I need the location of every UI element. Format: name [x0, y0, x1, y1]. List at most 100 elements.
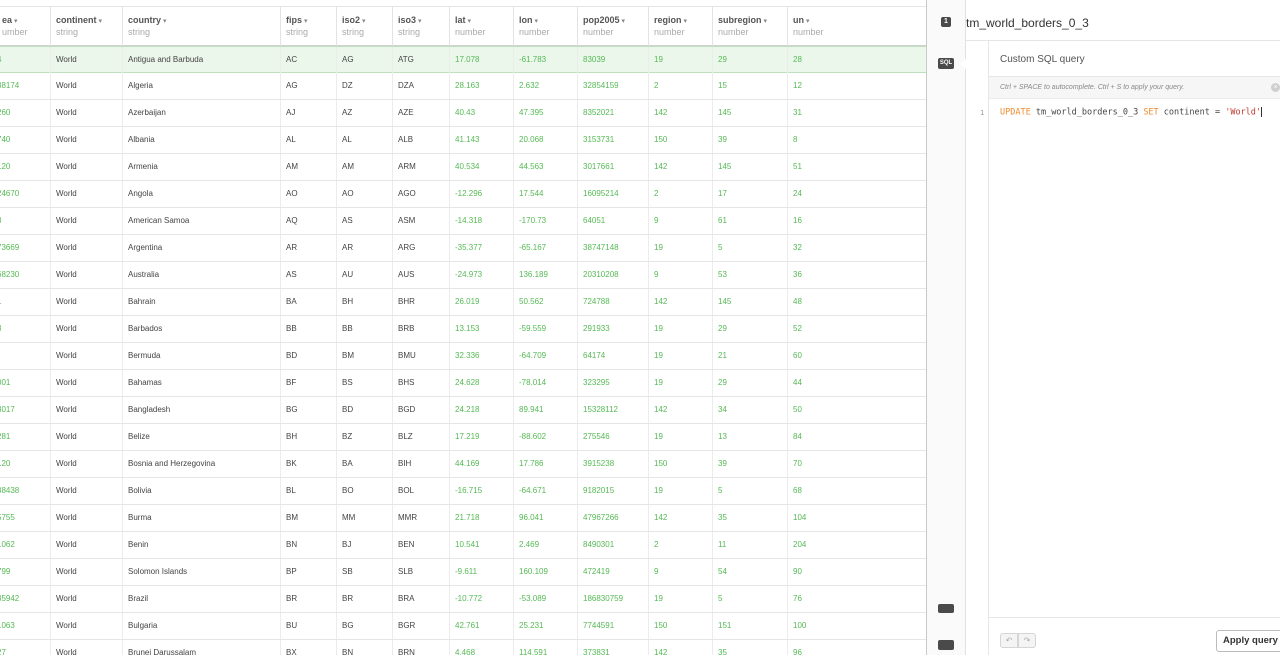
table-row[interactable]: 73669WorldArgentinaARARARG-35.377-65.167… — [0, 235, 926, 262]
cell-iso2[interactable]: BR — [336, 586, 392, 612]
cell-subregion[interactable]: 39 — [712, 127, 787, 153]
cell-iso3[interactable]: ARM — [392, 154, 449, 180]
cell-continent[interactable]: World — [50, 424, 122, 450]
cell-lon[interactable]: 114.591 — [513, 640, 577, 655]
cell-region[interactable]: 19 — [648, 316, 712, 342]
cell-fips[interactable]: BX — [280, 640, 336, 655]
cell-lat[interactable]: 17.219 — [449, 424, 513, 450]
cell-un[interactable]: 51 — [787, 154, 926, 180]
cell-iso3[interactable]: MMR — [392, 505, 449, 531]
cell-continent[interactable]: World — [50, 451, 122, 477]
cell-subregion[interactable]: 5 — [712, 586, 787, 612]
column-header-5[interactable]: iso3 ▾ string — [392, 7, 449, 46]
cell-continent[interactable]: World — [50, 478, 122, 504]
cell-un[interactable]: 8 — [787, 127, 926, 153]
cell-iso3[interactable]: AGO — [392, 181, 449, 207]
cell-country[interactable]: Armenia — [122, 154, 280, 180]
cell-subregion[interactable]: 145 — [712, 100, 787, 126]
cell-pop2005[interactable]: 8352021 — [577, 100, 648, 126]
cell-pop2005[interactable]: 9182015 — [577, 478, 648, 504]
table-row[interactable]: 740WorldAlbaniaALALALB41.14320.068315373… — [0, 127, 926, 154]
cell-fips[interactable]: AO — [280, 181, 336, 207]
cell-iso3[interactable]: BRB — [392, 316, 449, 342]
cell-subregion[interactable]: 35 — [712, 505, 787, 531]
cell-iso3[interactable]: BGR — [392, 613, 449, 639]
cell-ea[interactable]: 3 — [0, 208, 50, 234]
cell-region[interactable]: 19 — [648, 586, 712, 612]
cell-iso2[interactable]: BZ — [336, 424, 392, 450]
cell-country[interactable]: Antigua and Barbuda — [122, 47, 280, 73]
cell-lat[interactable]: -35.377 — [449, 235, 513, 261]
cell-un[interactable]: 28 — [787, 47, 926, 73]
cell-region[interactable]: 150 — [648, 613, 712, 639]
cell-subregion[interactable]: 5 — [712, 235, 787, 261]
cell-ea[interactable]: 001 — [0, 370, 50, 396]
cell-ea[interactable]: 120 — [0, 154, 50, 180]
cell-continent[interactable]: World — [50, 640, 122, 655]
cell-country[interactable]: American Samoa — [122, 208, 280, 234]
cell-ea[interactable]: 3017 — [0, 397, 50, 423]
cell-fips[interactable]: AL — [280, 127, 336, 153]
cell-iso2[interactable]: BJ — [336, 532, 392, 558]
cell-pop2005[interactable]: 38747148 — [577, 235, 648, 261]
table-row[interactable]: 24670WorldAngolaAOAOAGO-12.29617.5441609… — [0, 181, 926, 208]
table-row[interactable]: 281WorldBelizeBHBZBLZ17.219-88.602275546… — [0, 424, 926, 451]
cell-country[interactable]: Barbados — [122, 316, 280, 342]
cell-region[interactable]: 19 — [648, 478, 712, 504]
table-row[interactable]: 68230WorldAustraliaASAUAUS-24.973136.189… — [0, 262, 926, 289]
cell-iso2[interactable]: AM — [336, 154, 392, 180]
cell-region[interactable]: 150 — [648, 451, 712, 477]
sort-caret-icon[interactable]: ▾ — [163, 18, 167, 25]
cell-continent[interactable]: World — [50, 343, 122, 369]
cell-ea[interactable]: 5755 — [0, 505, 50, 531]
table-row[interactable]: 4WorldAntigua and BarbudaACAGATG17.078-6… — [0, 46, 926, 73]
cell-lat[interactable]: -14.318 — [449, 208, 513, 234]
cell-country[interactable]: Bahamas — [122, 370, 280, 396]
cell-iso3[interactable]: BRA — [392, 586, 449, 612]
cell-iso2[interactable]: AL — [336, 127, 392, 153]
cell-region[interactable]: 142 — [648, 505, 712, 531]
cell-fips[interactable]: BM — [280, 505, 336, 531]
cell-un[interactable]: 76 — [787, 586, 926, 612]
cell-iso2[interactable]: AG — [336, 47, 392, 73]
table-row[interactable]: 260WorldAzerbaijanAJAZAZE40.4347.3958352… — [0, 100, 926, 127]
cell-lon[interactable]: -88.602 — [513, 424, 577, 450]
cell-iso2[interactable]: BO — [336, 478, 392, 504]
cell-un[interactable]: 32 — [787, 235, 926, 261]
cell-lat[interactable]: -16.715 — [449, 478, 513, 504]
cell-fips[interactable]: AC — [280, 47, 336, 73]
sort-caret-icon[interactable]: ▾ — [684, 18, 688, 25]
cell-continent[interactable]: World — [50, 73, 122, 99]
cell-lon[interactable]: -64.709 — [513, 343, 577, 369]
cell-lat[interactable]: 4.468 — [449, 640, 513, 655]
cell-fips[interactable]: BA — [280, 289, 336, 315]
cell-lon[interactable]: -53.089 — [513, 586, 577, 612]
cell-iso3[interactable]: BOL — [392, 478, 449, 504]
cell-continent[interactable]: World — [50, 397, 122, 423]
cell-region[interactable]: 2 — [648, 73, 712, 99]
close-icon[interactable]: × — [1271, 83, 1280, 92]
cell-region[interactable]: 19 — [648, 343, 712, 369]
cell-subregion[interactable]: 34 — [712, 397, 787, 423]
cell-pop2005[interactable]: 724788 — [577, 289, 648, 315]
cell-un[interactable]: 36 — [787, 262, 926, 288]
cell-ea[interactable]: 35942 — [0, 586, 50, 612]
cell-region[interactable]: 142 — [648, 640, 712, 655]
cell-region[interactable]: 9 — [648, 559, 712, 585]
cell-subregion[interactable]: 29 — [712, 316, 787, 342]
table-row[interactable]: 5755WorldBurmaBMMMMMR21.71896.0414796726… — [0, 505, 926, 532]
cell-iso2[interactable]: BA — [336, 451, 392, 477]
cell-fips[interactable]: BD — [280, 343, 336, 369]
cell-fips[interactable]: BK — [280, 451, 336, 477]
cell-iso2[interactable]: BD — [336, 397, 392, 423]
cell-country[interactable]: Bangladesh — [122, 397, 280, 423]
table-row[interactable]: 1063WorldBulgariaBUBGBGR42.76125.2317744… — [0, 613, 926, 640]
cell-lon[interactable]: 17.786 — [513, 451, 577, 477]
cell-region[interactable]: 142 — [648, 154, 712, 180]
cell-country[interactable]: Angola — [122, 181, 280, 207]
cell-fips[interactable]: AQ — [280, 208, 336, 234]
cell-iso2[interactable]: BS — [336, 370, 392, 396]
cell-continent[interactable]: World — [50, 235, 122, 261]
table-row[interactable]: 38438WorldBoliviaBLBOBOL-16.715-64.67191… — [0, 478, 926, 505]
table-row[interactable]: 3WorldBarbadosBBBBBRB13.153-59.559291933… — [0, 316, 926, 343]
